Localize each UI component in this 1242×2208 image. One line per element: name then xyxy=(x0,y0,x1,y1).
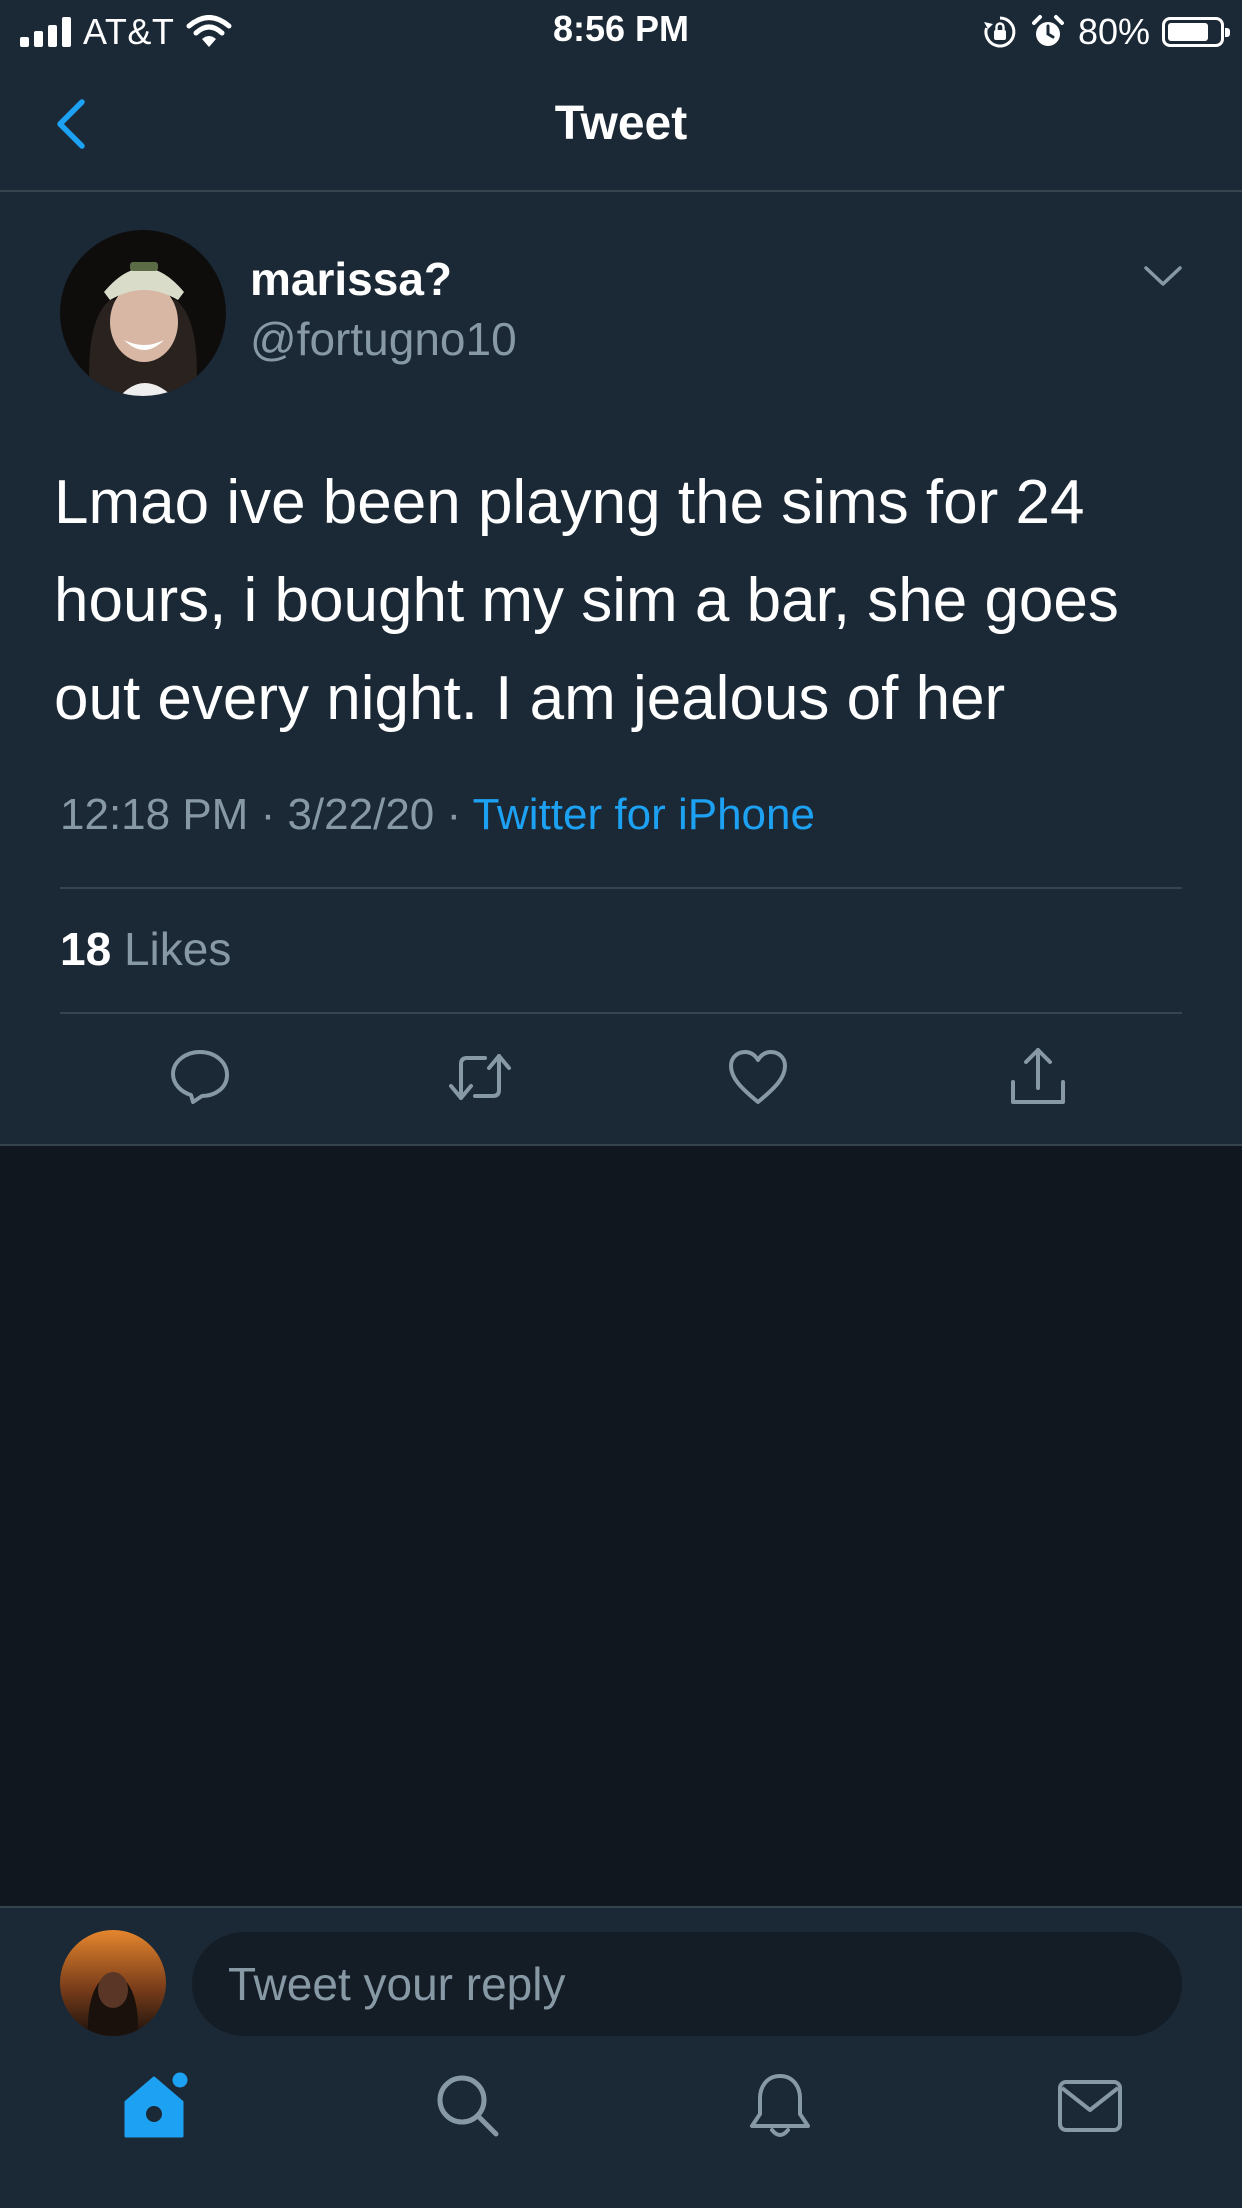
status-right: 80% xyxy=(982,10,1230,54)
tweet-menu-button[interactable] xyxy=(1140,260,1186,290)
tweet-source-link[interactable]: Twitter for iPhone xyxy=(473,790,815,839)
replies-area xyxy=(0,1146,1242,1906)
author-display-name[interactable]: marissa? xyxy=(250,252,452,306)
likes-summary[interactable]: 18 Likes xyxy=(60,922,231,976)
retweet-button[interactable] xyxy=(445,1042,515,1112)
tab-messages[interactable] xyxy=(1052,2068,1128,2144)
tweet-detail: marissa? @fortugno10 Lmao ive been playn… xyxy=(0,192,1242,1146)
nav-bar: Tweet xyxy=(0,62,1242,192)
like-icon xyxy=(729,1050,787,1104)
reply-input[interactable] xyxy=(192,1932,1182,2036)
battery-icon xyxy=(1162,17,1230,47)
meta-separator: · xyxy=(248,790,288,839)
likes-label: Likes xyxy=(123,923,232,975)
tweet-text: Lmao ive been playng the sims for 24 hou… xyxy=(54,468,1119,733)
likes-count: 18 xyxy=(60,923,112,975)
reply-bar xyxy=(0,1906,1242,2038)
author-handle[interactable]: @fortugno10 xyxy=(250,312,517,366)
tweet-date: 3/22/20 xyxy=(287,790,435,839)
reply-button[interactable] xyxy=(165,1042,235,1112)
orientation-lock-icon xyxy=(983,16,1016,48)
retweet-icon xyxy=(449,1054,511,1100)
tweet-metadata: 12:18 PM · 3/22/20 · Twitter for iPhone xyxy=(60,790,815,840)
current-user-avatar[interactable] xyxy=(60,1930,166,2036)
tab-notifications[interactable] xyxy=(742,2068,818,2144)
page-title: Tweet xyxy=(554,97,688,150)
tweet-actions xyxy=(0,1012,1242,1142)
tab-bar xyxy=(0,2038,1242,2208)
alarm-icon xyxy=(1031,15,1064,46)
tweet-time: 12:18 PM xyxy=(60,790,249,839)
tab-home[interactable] xyxy=(120,2068,196,2144)
status-bar: AT&T 8:56 PM 80% xyxy=(0,0,1242,62)
share-icon xyxy=(1011,1048,1065,1104)
reply-icon xyxy=(171,1050,229,1104)
avatar-image xyxy=(60,1930,166,2036)
battery-percent: 80% xyxy=(1077,11,1150,52)
meta-separator: · xyxy=(434,790,473,839)
chevron-down-icon xyxy=(1144,266,1182,286)
share-button[interactable] xyxy=(1003,1042,1073,1112)
home-icon xyxy=(124,2069,191,2138)
messages-icon xyxy=(1058,2080,1122,2132)
like-button[interactable] xyxy=(723,1042,793,1112)
notifications-icon xyxy=(750,2074,810,2137)
avatar-image xyxy=(60,230,226,396)
tab-search[interactable] xyxy=(430,2068,506,2144)
author-avatar[interactable] xyxy=(60,230,226,396)
search-icon xyxy=(437,2075,499,2137)
divider xyxy=(60,887,1182,889)
